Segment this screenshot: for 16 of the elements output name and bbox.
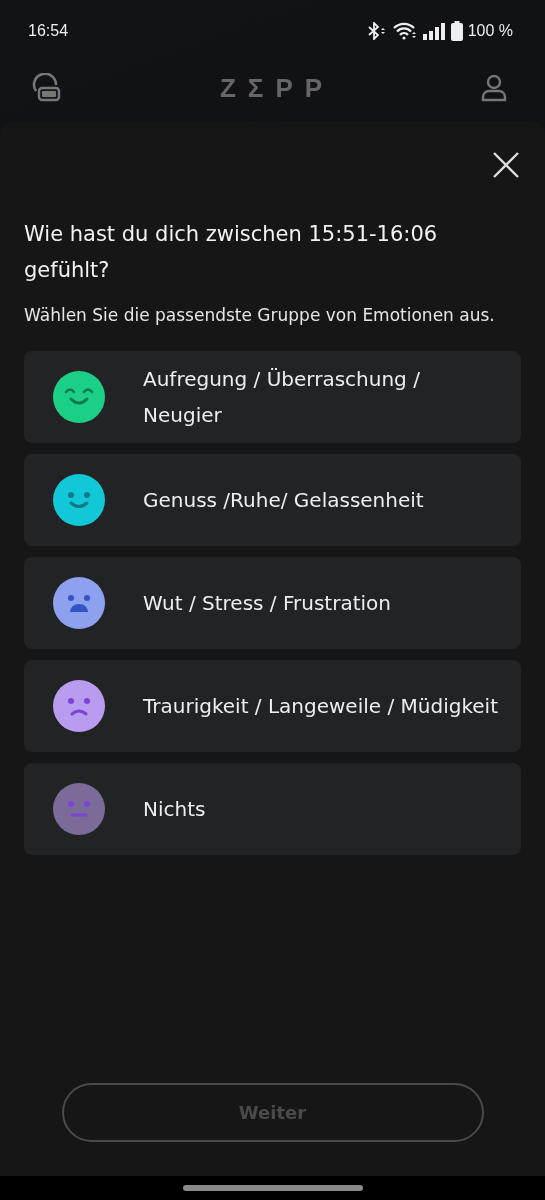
app-logo: ZΣPP xyxy=(219,72,335,104)
emotion-option[interactable]: Wut / Stress / Frustration xyxy=(24,557,521,649)
emotion-option[interactable]: Nichts xyxy=(24,763,521,855)
battery-percentage: 100 % xyxy=(467,22,513,40)
wifi-icon xyxy=(392,22,417,40)
watch-icon[interactable] xyxy=(31,73,61,103)
instruction-text: Wählen Sie die passendste Gruppe von Emotionen aus. xyxy=(24,304,496,327)
battery-icon xyxy=(450,21,463,41)
emotion-option[interactable]: Aufregung / Überraschung / Neugier xyxy=(24,351,521,443)
status-time: 16:54 xyxy=(28,22,69,40)
question-heading: Wie hast du dich zwischen 15:51-16:06 gefühlt? xyxy=(24,221,439,284)
profile-icon[interactable] xyxy=(481,74,507,102)
signal-icon xyxy=(421,22,446,40)
emotion-option[interactable]: Traurigkeit / Langeweile / Müdigkeit xyxy=(24,660,521,752)
emotion-option[interactable]: Genuss /Ruhe/ Gelassenheit xyxy=(24,454,521,546)
close-icon[interactable] xyxy=(493,152,519,178)
